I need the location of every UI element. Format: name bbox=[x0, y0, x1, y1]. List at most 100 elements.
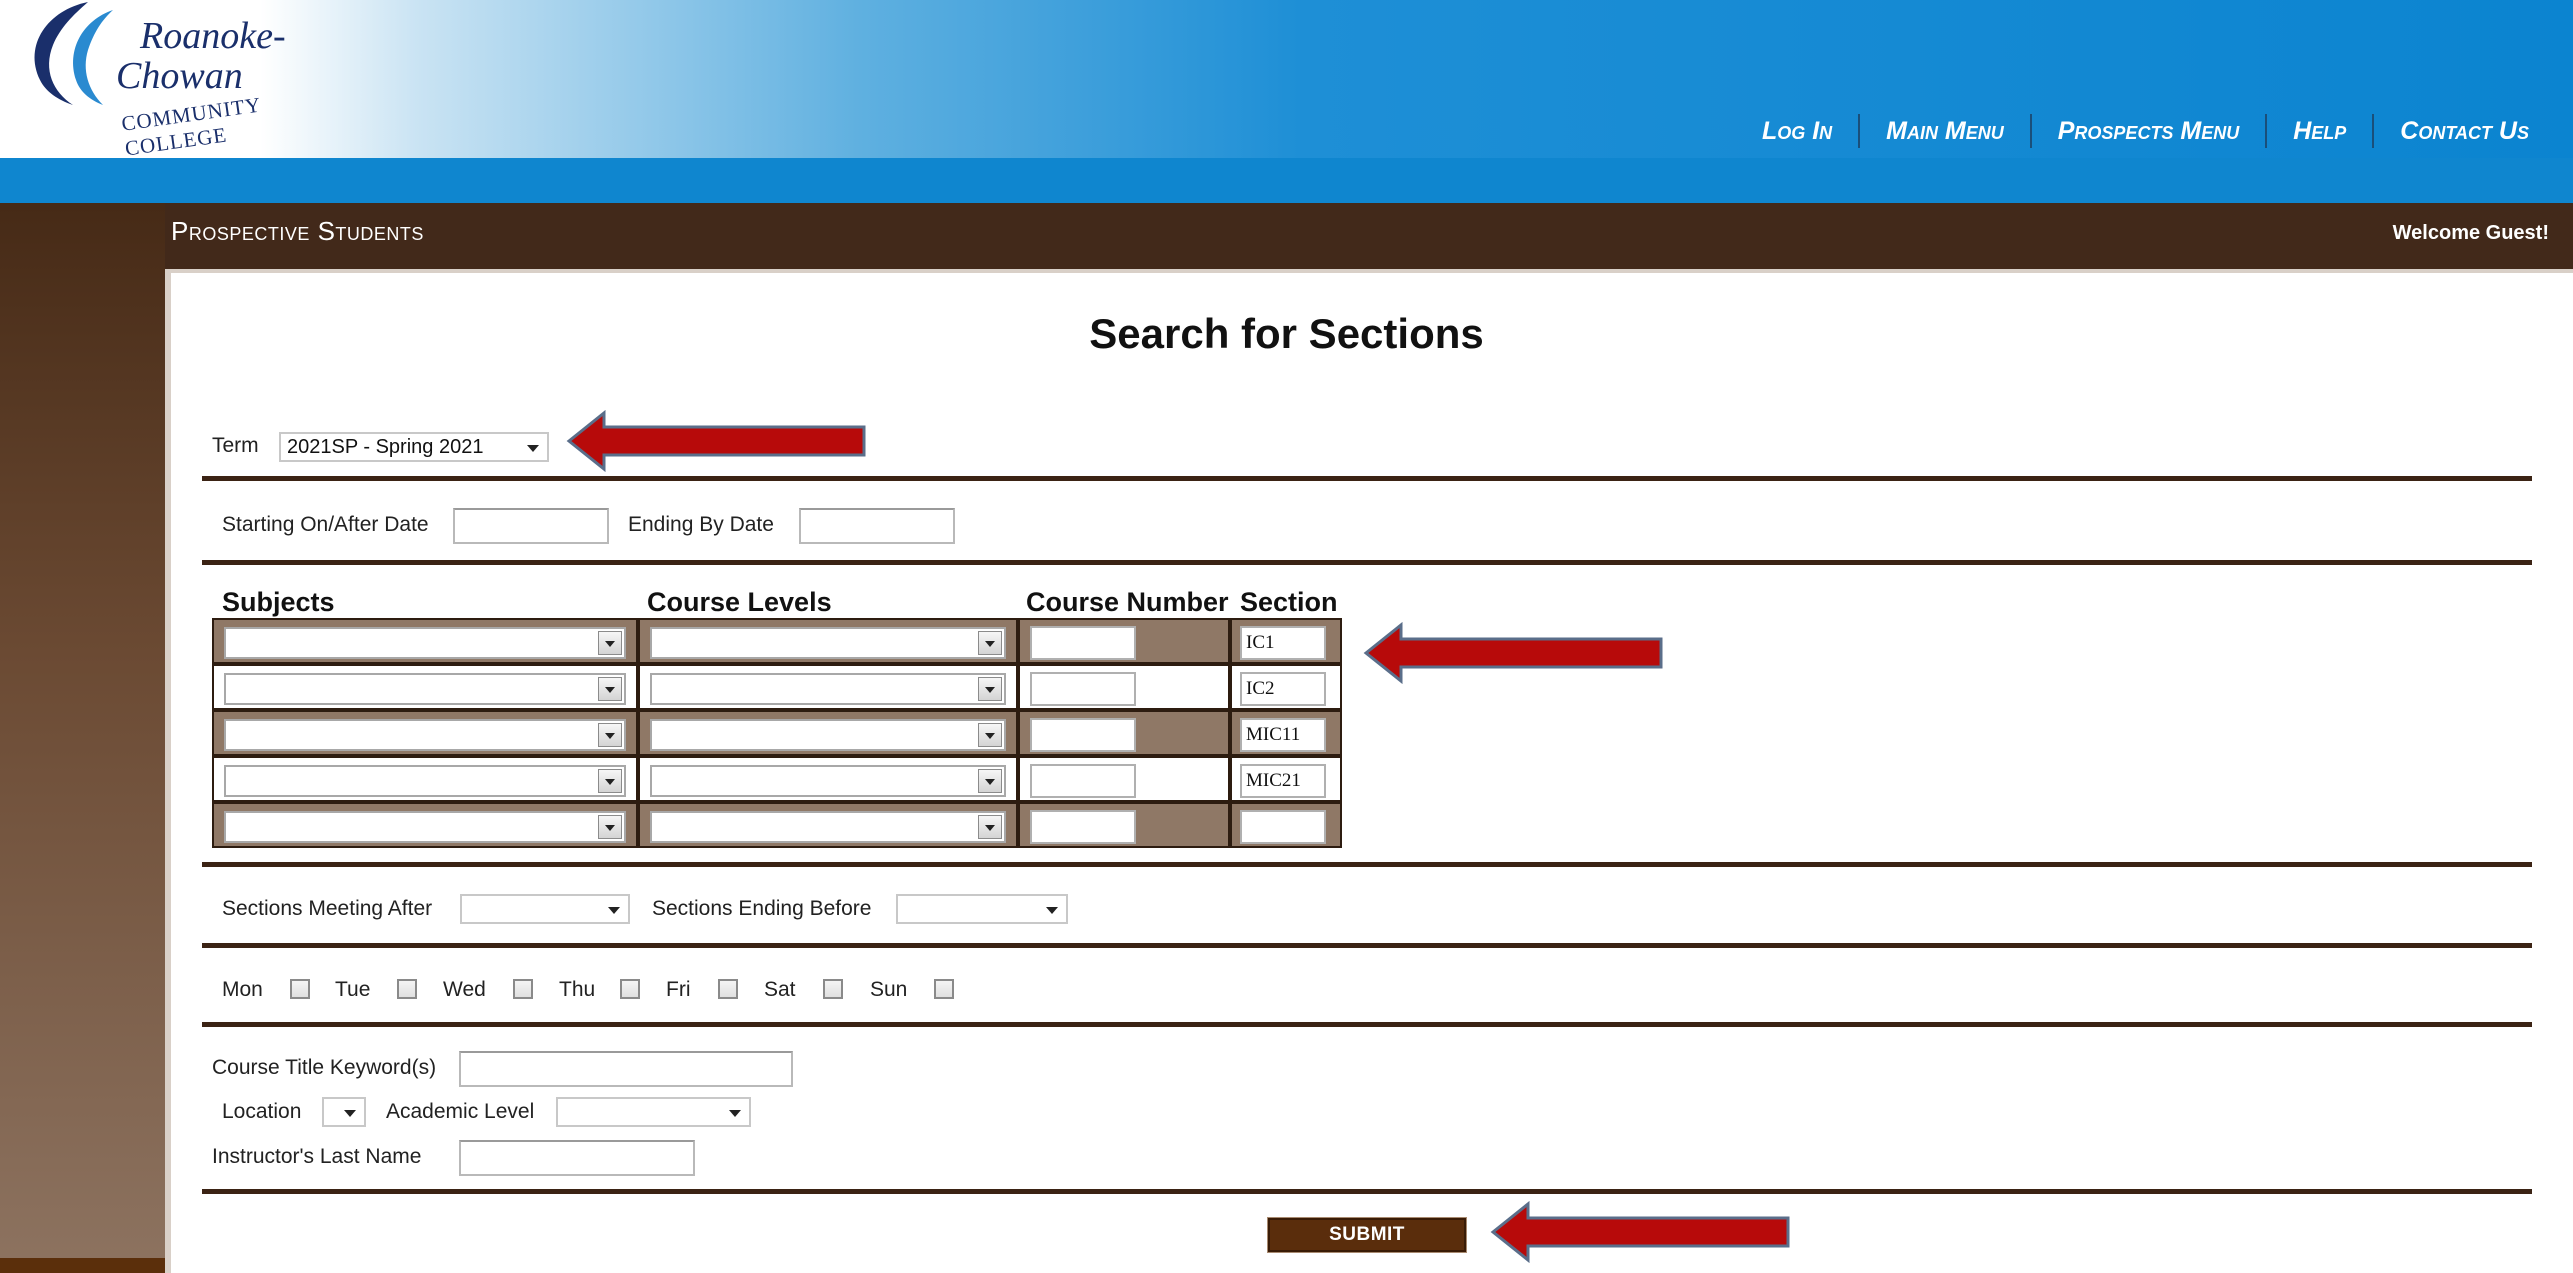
left-panel bbox=[0, 203, 165, 1273]
course-level-select[interactable] bbox=[650, 673, 1006, 705]
chevron-down-icon bbox=[527, 445, 539, 452]
divider bbox=[202, 862, 2532, 867]
section-search-row bbox=[212, 618, 1342, 664]
section-input[interactable] bbox=[1240, 764, 1326, 798]
chevron-down-icon[interactable] bbox=[598, 723, 622, 747]
course-number-input[interactable] bbox=[1030, 810, 1136, 844]
nav-contact-us[interactable]: Contact Us bbox=[2374, 117, 2555, 146]
course-number-cell bbox=[1018, 618, 1230, 664]
course-level-cell bbox=[638, 618, 1018, 664]
term-select[interactable]: 2021SP - Spring 2021 bbox=[279, 432, 549, 462]
logo-text-line1: Roanoke- bbox=[140, 15, 286, 57]
subject-select[interactable] bbox=[224, 719, 626, 751]
instructor-last-name-input[interactable] bbox=[459, 1140, 695, 1176]
chevron-down-icon[interactable] bbox=[978, 723, 1002, 747]
course-number-cell bbox=[1018, 756, 1230, 802]
day-checkbox-fri[interactable] bbox=[718, 979, 738, 999]
course-level-select[interactable] bbox=[650, 765, 1006, 797]
college-logo[interactable]: Roanoke- Chowan COMMUNITY COLLEGE bbox=[18, 0, 318, 161]
course-level-select[interactable] bbox=[650, 627, 1006, 659]
start-date-label: Starting On/After Date bbox=[222, 513, 429, 536]
course-number-input[interactable] bbox=[1030, 672, 1136, 706]
nav-help[interactable]: Help bbox=[2267, 117, 2372, 146]
section-header: Section bbox=[1240, 587, 1338, 617]
location-select[interactable] bbox=[322, 1097, 366, 1127]
chevron-down-icon[interactable] bbox=[598, 815, 622, 839]
divider bbox=[202, 476, 2532, 481]
end-date-label: Ending By Date bbox=[628, 513, 774, 536]
subject-select[interactable] bbox=[224, 627, 626, 659]
divider bbox=[202, 560, 2532, 565]
chevron-down-icon[interactable] bbox=[978, 815, 1002, 839]
academic-level-label: Academic Level bbox=[386, 1100, 535, 1123]
chevron-down-icon bbox=[729, 1110, 741, 1117]
day-label-mon: Mon bbox=[222, 978, 263, 1001]
section-cell bbox=[1230, 802, 1342, 848]
section-input[interactable] bbox=[1240, 672, 1326, 706]
day-checkbox-tue[interactable] bbox=[397, 979, 417, 999]
course-number-cell bbox=[1018, 802, 1230, 848]
chevron-down-icon[interactable] bbox=[978, 769, 1002, 793]
day-label-sat: Sat bbox=[764, 978, 796, 1001]
course-title-keyword-label: Course Title Keyword(s) bbox=[212, 1056, 437, 1079]
day-label-tue: Tue bbox=[335, 978, 371, 1001]
sections-ending-before-select[interactable] bbox=[896, 894, 1068, 924]
term-select-value: 2021SP - Spring 2021 bbox=[287, 436, 484, 458]
section-search-row bbox=[212, 664, 1342, 710]
section-input[interactable] bbox=[1240, 626, 1326, 660]
chevron-down-icon[interactable] bbox=[598, 631, 622, 655]
chevron-down-icon[interactable] bbox=[598, 677, 622, 701]
divider bbox=[202, 1022, 2532, 1027]
section-cell bbox=[1230, 618, 1342, 664]
day-checkbox-wed[interactable] bbox=[513, 979, 533, 999]
subject-select[interactable] bbox=[224, 673, 626, 705]
divider bbox=[202, 943, 2532, 948]
course-level-select[interactable] bbox=[650, 719, 1006, 751]
left-bar bbox=[0, 1258, 165, 1273]
day-label-wed: Wed bbox=[443, 978, 486, 1001]
section-cell bbox=[1230, 664, 1342, 710]
course-number-input[interactable] bbox=[1030, 718, 1136, 752]
end-date-input[interactable] bbox=[799, 508, 955, 544]
course-title-keyword-input[interactable] bbox=[459, 1051, 793, 1087]
pointer-arrow-icon bbox=[566, 410, 866, 472]
chevron-down-icon[interactable] bbox=[978, 677, 1002, 701]
sections-meeting-after-select[interactable] bbox=[460, 894, 630, 924]
course-level-select[interactable] bbox=[650, 811, 1006, 843]
section-search-row bbox=[212, 802, 1342, 848]
course-number-cell bbox=[1018, 710, 1230, 756]
page-title: Search for Sections bbox=[1089, 310, 1484, 357]
term-label: Term bbox=[212, 434, 259, 457]
start-date-input[interactable] bbox=[453, 508, 609, 544]
course-number-input[interactable] bbox=[1030, 626, 1136, 660]
section-input[interactable] bbox=[1240, 718, 1326, 752]
subject-cell bbox=[212, 710, 638, 756]
pointer-arrow-icon bbox=[1363, 622, 1663, 684]
chevron-down-icon[interactable] bbox=[598, 769, 622, 793]
subject-cell bbox=[212, 618, 638, 664]
location-label: Location bbox=[222, 1100, 302, 1123]
subject-cell bbox=[212, 664, 638, 710]
chevron-down-icon[interactable] bbox=[978, 631, 1002, 655]
course-number-cell bbox=[1018, 664, 1230, 710]
nav-log-in[interactable]: Log In bbox=[1736, 117, 1858, 146]
day-label-fri: Fri bbox=[666, 978, 691, 1001]
section-input[interactable] bbox=[1240, 810, 1326, 844]
nav-prospects-menu[interactable]: Prospects Menu bbox=[2032, 117, 2265, 146]
pointer-arrow-icon bbox=[1490, 1201, 1790, 1263]
course-level-cell bbox=[638, 664, 1018, 710]
nav-main-menu[interactable]: Main Menu bbox=[1860, 117, 2030, 146]
day-checkbox-thu[interactable] bbox=[620, 979, 640, 999]
divider bbox=[202, 1189, 2532, 1194]
submit-button[interactable]: SUBMIT bbox=[1267, 1217, 1467, 1253]
academic-level-select[interactable] bbox=[556, 1097, 751, 1127]
page-heading: Prospective Students bbox=[171, 216, 424, 246]
subject-select[interactable] bbox=[224, 765, 626, 797]
subject-select[interactable] bbox=[224, 811, 626, 843]
course-number-header: Course Number bbox=[1026, 587, 1229, 617]
section-header-bar bbox=[165, 203, 2573, 269]
day-checkbox-sat[interactable] bbox=[823, 979, 843, 999]
course-number-input[interactable] bbox=[1030, 764, 1136, 798]
day-checkbox-mon[interactable] bbox=[290, 979, 310, 999]
day-checkbox-sun[interactable] bbox=[934, 979, 954, 999]
